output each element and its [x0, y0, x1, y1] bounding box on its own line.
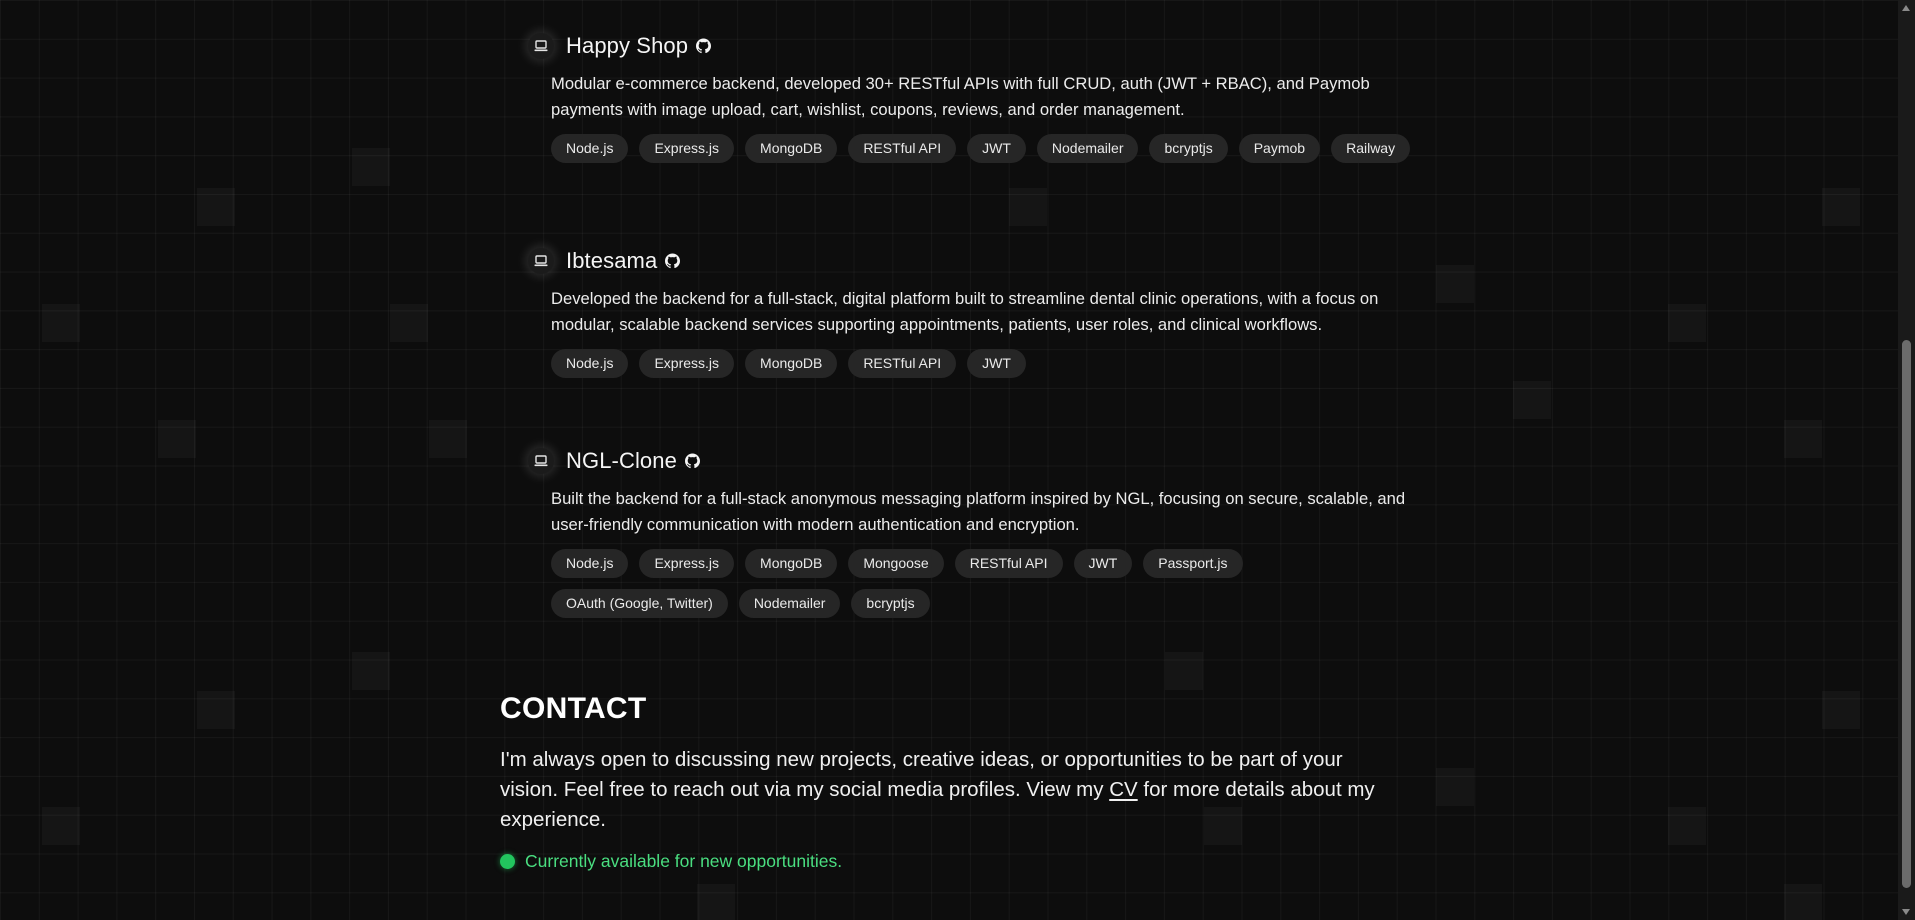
tech-tag: Passport.js — [1143, 549, 1243, 578]
grid-tile — [1009, 188, 1047, 226]
tech-tag: bcryptjs — [1149, 134, 1228, 163]
grid-tile — [1668, 304, 1706, 342]
grid-tile — [42, 807, 80, 845]
tech-tag: MongoDB — [745, 549, 838, 578]
grid-tile — [1436, 768, 1474, 806]
grid-tile — [197, 691, 235, 729]
grid-tile — [1822, 188, 1860, 226]
grid-tile — [1513, 381, 1551, 419]
grid-tile — [352, 148, 390, 186]
scrollbar-thumb[interactable] — [1902, 340, 1911, 888]
project-header: Happy Shop — [528, 30, 1408, 62]
laptop-icon — [528, 448, 554, 474]
tech-tag: Express.js — [639, 134, 735, 163]
grid-tile — [42, 304, 80, 342]
project-card: Ibtesama Developed the backend for a ful… — [528, 245, 1408, 378]
tech-tag: Node.js — [551, 549, 629, 578]
status-text: Currently available for new opportunitie… — [525, 850, 843, 871]
page-viewport: Happy Shop Modular e-commerce backend, d… — [0, 0, 1915, 920]
project-card: Happy Shop Modular e-commerce backend, d… — [528, 30, 1411, 163]
project-header: Ibtesama — [528, 245, 1408, 277]
contact-text: I'm always open to discussing new projec… — [500, 745, 1400, 835]
tech-tag: RESTful API — [954, 549, 1063, 578]
grid-tile — [1784, 884, 1822, 920]
cv-link[interactable]: CV — [1109, 778, 1137, 801]
tech-tag: Railway — [1331, 134, 1411, 163]
tech-tag: MongoDB — [745, 134, 838, 163]
tech-tags: Node.js Express.js MongoDB RESTful API J… — [551, 349, 1411, 378]
project-description: Built the backend for a full-stack anony… — [551, 489, 1406, 534]
grid-tile — [1668, 807, 1706, 845]
grid-tile — [197, 188, 235, 226]
tech-tag: Node.js — [551, 349, 629, 378]
tech-tag: bcryptjs — [851, 589, 930, 618]
page-scrollbar[interactable] — [1898, 0, 1915, 920]
laptop-icon — [528, 248, 554, 274]
project-description: Modular e-commerce backend, developed 30… — [551, 74, 1370, 119]
github-icon[interactable] — [665, 253, 681, 269]
grid-tile — [1165, 652, 1203, 690]
tech-tag: Express.js — [639, 549, 735, 578]
status-dot-icon — [500, 853, 515, 869]
grid-tile — [158, 420, 196, 458]
grid-tile — [429, 420, 467, 458]
scroll-up-icon[interactable] — [1902, 5, 1910, 11]
grid-tile — [697, 884, 735, 920]
grid-tile — [1784, 420, 1822, 458]
tech-tag: JWT — [1073, 549, 1133, 578]
tech-tag: Mongoose — [848, 549, 944, 578]
laptop-icon — [528, 33, 554, 59]
grid-tile — [390, 304, 428, 342]
contact-section: CONTACT I'm always open to discussing ne… — [500, 688, 1400, 873]
tech-tag: RESTful API — [848, 134, 957, 163]
github-icon[interactable] — [696, 38, 712, 54]
availability-status: Currently available for new opportunitie… — [500, 849, 1400, 873]
tech-tags: Node.js Express.js MongoDB RESTful API J… — [551, 134, 1411, 163]
github-icon[interactable] — [684, 453, 700, 469]
project-description: Developed the backend for a full-stack, … — [551, 289, 1379, 334]
project-title[interactable]: Happy Shop — [566, 33, 688, 59]
tech-tag: Express.js — [639, 349, 735, 378]
contact-heading: CONTACT — [500, 692, 647, 725]
grid-tile — [1822, 691, 1860, 729]
project-card: NGL-Clone Built the backend for a full-s… — [528, 445, 1408, 618]
grid-tile — [352, 652, 390, 690]
tech-tag: RESTful API — [848, 349, 957, 378]
tech-tag: OAuth (Google, Twitter) — [551, 589, 728, 618]
tech-tag: JWT — [967, 134, 1026, 163]
tech-tag: Nodemailer — [1036, 134, 1139, 163]
scroll-down-icon[interactable] — [1902, 909, 1910, 915]
grid-tile — [1436, 265, 1474, 303]
tech-tag: Nodemailer — [738, 589, 841, 618]
project-header: NGL-Clone — [528, 445, 1408, 477]
project-title[interactable]: Ibtesama — [566, 248, 657, 274]
tech-tag: JWT — [967, 349, 1026, 378]
tech-tag: MongoDB — [745, 349, 838, 378]
tech-tags: Node.js Express.js MongoDB Mongoose REST… — [551, 549, 1411, 618]
tech-tag: Paymob — [1238, 134, 1321, 163]
project-title[interactable]: NGL-Clone — [566, 448, 677, 474]
tech-tag: Node.js — [551, 134, 629, 163]
